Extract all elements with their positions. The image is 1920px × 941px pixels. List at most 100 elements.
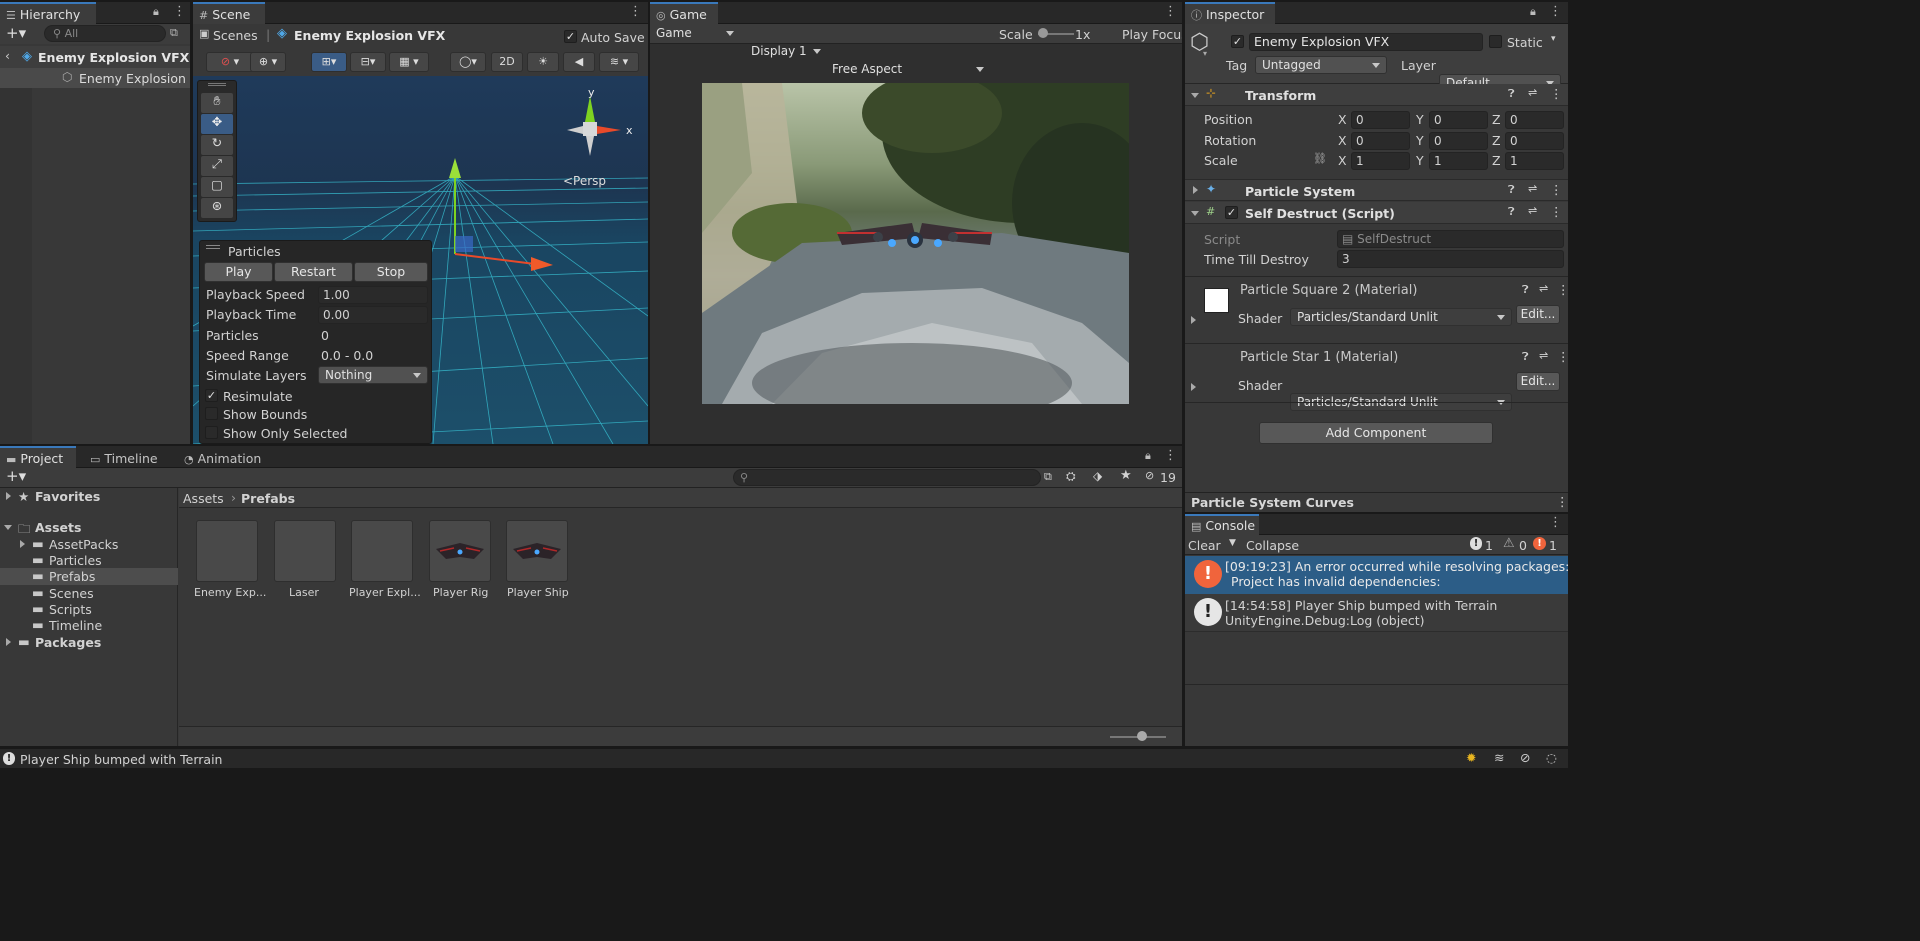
- tab-scene[interactable]: # Scene: [193, 2, 265, 24]
- particles-stop-button[interactable]: Stop: [354, 262, 428, 282]
- error-count-icon[interactable]: !: [1533, 537, 1546, 550]
- add-icon[interactable]: +▾: [6, 467, 26, 485]
- transform-header[interactable]: ⊹ Transform ❓︎ ⇌ ⋮: [1185, 84, 1568, 106]
- position-x-field[interactable]: 0: [1351, 111, 1410, 129]
- show-only-selected-checkbox[interactable]: [205, 426, 218, 439]
- asset-item-enemy-explosion[interactable]: Enemy Exp...: [192, 520, 266, 604]
- static-checkbox[interactable]: [1489, 35, 1502, 48]
- scale-tool-button[interactable]: ⤢: [201, 156, 233, 176]
- active-checkbox[interactable]: ✓: [1231, 35, 1244, 48]
- show-bounds-checkbox[interactable]: [205, 407, 218, 420]
- aspect-dropdown[interactable]: Free Aspect: [826, 61, 990, 79]
- search-by-type-icon[interactable]: ⧉: [1044, 470, 1052, 484]
- position-z-field[interactable]: 0: [1505, 111, 1564, 129]
- warning-count-icon[interactable]: ⚠: [1503, 536, 1515, 551]
- foldout-arrow-icon[interactable]: [1191, 93, 1199, 98]
- component-menu-icon[interactable]: ⋮: [1550, 204, 1563, 219]
- overlay-handle[interactable]: [208, 83, 226, 86]
- rotation-y-field[interactable]: 0: [1429, 132, 1488, 150]
- grid-visibility-button[interactable]: ▦ ▾: [389, 52, 429, 72]
- console-clear-button[interactable]: Clear: [1188, 538, 1221, 553]
- lock-icon[interactable]: 🔒︎: [1530, 5, 1536, 19]
- scale-x-field[interactable]: 1: [1351, 152, 1410, 170]
- preset-icon[interactable]: ⇌: [1539, 282, 1548, 295]
- project-search-input[interactable]: ⚲: [733, 469, 1041, 486]
- scale-y-field[interactable]: 1: [1429, 152, 1488, 170]
- inspector-kebab-icon[interactable]: ⋮: [1549, 5, 1562, 19]
- transform-tool-button[interactable]: ⊛: [201, 198, 233, 218]
- lock-icon[interactable]: 🔒︎: [153, 5, 159, 19]
- scale-slider-thumb[interactable]: [1038, 28, 1048, 38]
- foldout-arrow-icon[interactable]: [1191, 211, 1199, 216]
- foldout-arrow-icon[interactable]: [1191, 316, 1196, 324]
- particles-restart-button[interactable]: Restart: [274, 262, 353, 282]
- breadcrumb-prefab[interactable]: Enemy Explosion VFX: [294, 28, 445, 43]
- asset-item-player-explosion[interactable]: Player Expl...: [347, 520, 421, 604]
- increment-snap-button[interactable]: ⊟▾: [350, 52, 386, 72]
- console-kebab-icon[interactable]: ⋮: [1549, 516, 1562, 530]
- material-1-name[interactable]: Particle Square 2 (Material): [1240, 283, 1417, 298]
- toggle-2d-button[interactable]: 2D: [491, 52, 523, 72]
- console-entry-error[interactable]: ! [09:19:23] An error occurred while res…: [1185, 556, 1568, 594]
- breadcrumb-assets[interactable]: Assets: [183, 491, 224, 506]
- breadcrumb-prefabs[interactable]: Prefabs: [241, 491, 295, 506]
- help-icon[interactable]: ❓︎: [1522, 350, 1529, 364]
- draw-mode-button[interactable]: ⊘ ▾: [206, 52, 254, 72]
- add-icon[interactable]: +▾: [6, 24, 26, 42]
- game-view-image[interactable]: [702, 83, 1129, 404]
- persp-label[interactable]: <Persp: [563, 174, 606, 188]
- tab-project[interactable]: ▬ Project: [0, 446, 76, 468]
- play-focus-dropdown[interactable]: Play Focus: [1122, 27, 1182, 42]
- preset-icon[interactable]: ⇌: [1539, 349, 1548, 362]
- back-arrow-icon[interactable]: ‹: [5, 48, 10, 63]
- material-1-edit-button[interactable]: Edit...: [1516, 305, 1560, 324]
- tab-hierarchy[interactable]: ☰ Hierarchy: [0, 2, 96, 24]
- playback-speed-field[interactable]: 1.00: [318, 286, 428, 304]
- auto-generate-lighting-icon[interactable]: ⊘: [1520, 750, 1530, 765]
- help-icon[interactable]: ❓︎: [1508, 205, 1515, 219]
- asset-item-player-rig[interactable]: Player Rig: [425, 520, 497, 604]
- auto-save-checkbox[interactable]: ✓: [564, 30, 577, 43]
- asset-item-player-ship[interactable]: Player Ship: [502, 520, 574, 604]
- folder-timeline[interactable]: ▬ Timeline: [0, 617, 178, 633]
- particle-system-curves-bar[interactable]: Particle System Curves ⋮: [1185, 492, 1569, 512]
- component-menu-icon[interactable]: ⋮: [1550, 86, 1563, 101]
- rotate-tool-button[interactable]: ↻: [201, 135, 233, 155]
- particles-play-button[interactable]: Play: [204, 262, 273, 282]
- resimulate-checkbox[interactable]: ✓: [205, 389, 218, 402]
- foldout-arrow-icon[interactable]: [20, 540, 25, 548]
- tab-timeline[interactable]: ▭ Timeline: [84, 446, 174, 468]
- foldout-arrow-icon[interactable]: [6, 492, 11, 500]
- overlay-handle[interactable]: [206, 245, 220, 249]
- icon-size-slider-thumb[interactable]: [1137, 731, 1147, 741]
- assets-label[interactable]: Assets: [35, 520, 81, 535]
- console-entry-log[interactable]: ! [14:54:58] Player Ship bumped with Ter…: [1185, 594, 1568, 632]
- search-options-icon[interactable]: ⧉: [170, 26, 178, 40]
- project-kebab-icon[interactable]: ⋮: [1164, 449, 1177, 463]
- favorite-star-icon[interactable]: ★: [1120, 468, 1132, 483]
- asset-item-laser[interactable]: Laser: [270, 520, 342, 604]
- object-name-field[interactable]: Enemy Explosion VFX: [1249, 33, 1483, 51]
- gameobject-icon-dropdown[interactable]: ▾: [1203, 49, 1207, 58]
- progress-check-icon[interactable]: ◌: [1546, 750, 1557, 765]
- hierarchy-selected-item[interactable]: ⬡ Enemy Explosion V: [0, 68, 190, 88]
- static-dropdown-icon[interactable]: ▾: [1551, 34, 1556, 44]
- filter-by-type-icon[interactable]: ⛭: [1066, 469, 1076, 484]
- grid-snap-button[interactable]: ⊞▾: [311, 52, 347, 72]
- playback-time-field[interactable]: 0.00: [318, 306, 428, 324]
- game-kebab-icon[interactable]: ⋮: [1164, 5, 1177, 19]
- cache-server-icon[interactable]: ≋: [1494, 750, 1504, 765]
- position-y-field[interactable]: 0: [1429, 111, 1488, 129]
- time-till-destroy-field[interactable]: 3: [1337, 250, 1564, 268]
- foldout-arrow-icon[interactable]: [1193, 186, 1198, 194]
- foldout-arrow-icon[interactable]: [4, 525, 12, 530]
- scale-z-field[interactable]: 1: [1505, 152, 1564, 170]
- folder-prefabs[interactable]: ▬ Prefabs: [0, 568, 178, 585]
- move-tool-button[interactable]: ✥: [201, 114, 233, 134]
- menu-kebab-icon[interactable]: ⋮: [173, 5, 186, 19]
- component-menu-icon[interactable]: ⋮: [1557, 282, 1568, 297]
- preset-icon[interactable]: ⇌: [1528, 182, 1537, 195]
- favorites-label[interactable]: Favorites: [35, 489, 100, 504]
- shading-button[interactable]: ◯▾: [450, 52, 486, 72]
- tab-console[interactable]: ▤ Console: [1185, 514, 1259, 535]
